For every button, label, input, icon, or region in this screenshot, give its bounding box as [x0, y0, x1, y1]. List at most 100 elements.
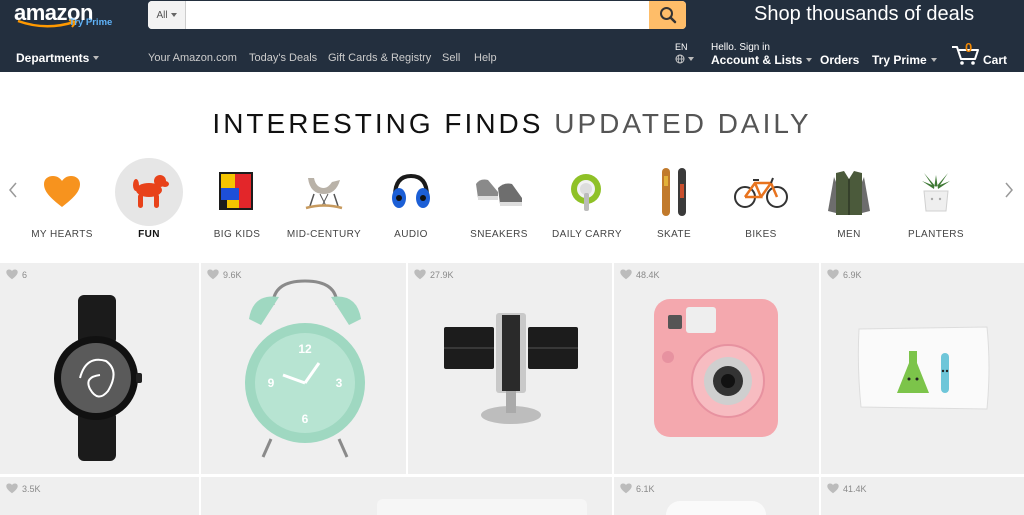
- heart-icon: [827, 483, 839, 494]
- pillowcase-image: [857, 326, 990, 410]
- chevron-down-icon: [688, 57, 694, 61]
- orders-link[interactable]: Orders: [820, 53, 859, 67]
- search-bar: All: [148, 1, 686, 29]
- category-label: DAILY CARRY: [552, 229, 622, 240]
- category-image: [815, 158, 883, 226]
- chevron-down-icon: [170, 13, 177, 17]
- heart-count-value: 41.4K: [843, 483, 867, 494]
- nav-link-todays-deals[interactable]: Today's Deals: [249, 52, 317, 64]
- svg-text:6: 6: [302, 412, 309, 426]
- category-fun[interactable]: FUN: [104, 158, 194, 248]
- nav-link-sell[interactable]: Sell: [442, 52, 460, 64]
- language-selector[interactable]: [675, 54, 694, 64]
- heart-icon: [6, 269, 18, 280]
- search-category-select[interactable]: All: [148, 1, 186, 29]
- eames-chair-icon: [305, 178, 343, 210]
- skateboard-icon: [662, 168, 686, 216]
- category-skate[interactable]: SKATE: [629, 158, 719, 248]
- bicycle-icon: [734, 177, 788, 208]
- departments-menu[interactable]: Departments: [16, 51, 100, 65]
- category-label: MID-CENTURY: [286, 229, 362, 240]
- product-card-alarm-clock[interactable]: 9.6K 12 3 6 9: [201, 263, 406, 474]
- product-card-watch[interactable]: 6: [0, 263, 199, 474]
- departments-label: Departments: [16, 51, 90, 65]
- category-big-kids[interactable]: BIG KIDS: [192, 158, 282, 248]
- carousel-next-icon[interactable]: [1002, 180, 1016, 200]
- product-card-flip-clock[interactable]: 27.9K: [408, 263, 612, 474]
- cart-label: Cart: [983, 53, 1008, 67]
- instant-camera-image: [654, 299, 778, 437]
- account-lists-menu[interactable]: Account & Lists: [711, 53, 813, 67]
- product-card[interactable]: 41.4K: [821, 477, 1024, 515]
- chevron-down-icon: [93, 56, 100, 60]
- category-label: FUN: [138, 229, 160, 240]
- category-men[interactable]: MEN: [804, 158, 894, 248]
- heart-count[interactable]: 48.4K: [620, 269, 660, 280]
- alarm-clock-image: 12 3 6 9: [245, 279, 365, 458]
- chevron-down-icon: [930, 58, 937, 62]
- language-code[interactable]: EN: [675, 42, 688, 52]
- heart-icon: [44, 176, 80, 207]
- key-ring-icon: [571, 174, 601, 211]
- heart-count[interactable]: 3.5K: [6, 483, 41, 494]
- watch-image: [54, 295, 142, 461]
- category-sneakers[interactable]: SNEAKERS: [454, 158, 544, 248]
- category-bikes[interactable]: BIKES: [716, 158, 806, 248]
- heart-count[interactable]: 6: [6, 269, 27, 280]
- category-image: [28, 158, 96, 226]
- heart-count[interactable]: 9.6K: [207, 269, 242, 280]
- balloon-dog-icon: [133, 175, 169, 208]
- heart-count-value: 48.4K: [636, 269, 660, 280]
- headphones-icon: [392, 173, 430, 208]
- amazon-logo[interactable]: amazon Try Prime: [14, 0, 114, 30]
- category-image: [902, 158, 970, 226]
- category-mid-century[interactable]: MID-CENTURY: [279, 158, 369, 248]
- heart-icon: [620, 483, 632, 494]
- heart-count[interactable]: 27.9K: [414, 269, 454, 280]
- search-button[interactable]: [649, 1, 686, 29]
- category-audio[interactable]: AUDIO: [366, 158, 456, 248]
- category-image: [553, 158, 621, 226]
- promo-banner-text[interactable]: Shop thousands of deals: [754, 3, 974, 26]
- svg-text:12: 12: [298, 342, 312, 356]
- globe-icon: [675, 54, 685, 64]
- search-category-label: All: [156, 9, 168, 21]
- chevron-down-icon: [806, 58, 813, 62]
- heart-count-value: 9.6K: [223, 269, 242, 280]
- heart-count[interactable]: 6.1K: [620, 483, 655, 494]
- category-daily-carry[interactable]: DAILY CARRY: [542, 158, 632, 248]
- product-card[interactable]: 6.1K: [614, 477, 819, 515]
- heart-count-value: 6.9K: [843, 269, 862, 280]
- category-label: BIKES: [745, 229, 777, 240]
- search-icon: [659, 7, 676, 24]
- product-card-pillowcase[interactable]: 6.9K: [821, 263, 1024, 474]
- heart-icon: [827, 269, 839, 280]
- heart-count-value: 27.9K: [430, 269, 454, 280]
- category-label: MEN: [837, 229, 861, 240]
- nav-link-gift-cards[interactable]: Gift Cards & Registry: [328, 52, 431, 64]
- category-image: [115, 158, 183, 226]
- heart-icon: [207, 269, 219, 280]
- category-image: [377, 158, 445, 226]
- cart-count: 0: [965, 40, 973, 55]
- category-image: [640, 158, 708, 226]
- product-card-instant-camera[interactable]: 48.4K: [614, 263, 819, 474]
- puzzle-blocks-icon: [219, 172, 253, 210]
- heart-count[interactable]: 41.4K: [827, 483, 867, 494]
- search-input[interactable]: [186, 1, 649, 29]
- page-title: INTERESTING FINDS UPDATED DAILY: [0, 108, 1024, 140]
- nav-link-help[interactable]: Help: [474, 52, 497, 64]
- category-label: SNEAKERS: [470, 229, 528, 240]
- product-card[interactable]: 3.5K: [0, 477, 199, 515]
- flip-clock-image: [444, 313, 578, 424]
- category-my-hearts[interactable]: MY HEARTS: [17, 158, 107, 248]
- account-greeting: Hello. Sign in: [711, 42, 770, 53]
- category-planters[interactable]: PLANTERS: [891, 158, 981, 248]
- nav-link-your-amazon[interactable]: Your Amazon.com: [148, 52, 237, 64]
- heart-count-value: 6.1K: [636, 483, 655, 494]
- try-prime-menu[interactable]: Try Prime: [872, 53, 937, 67]
- cart-button[interactable]: 0 Cart: [951, 40, 1011, 68]
- product-card[interactable]: [201, 477, 612, 515]
- category-label: SKATE: [656, 229, 692, 240]
- heart-count[interactable]: 6.9K: [827, 269, 862, 280]
